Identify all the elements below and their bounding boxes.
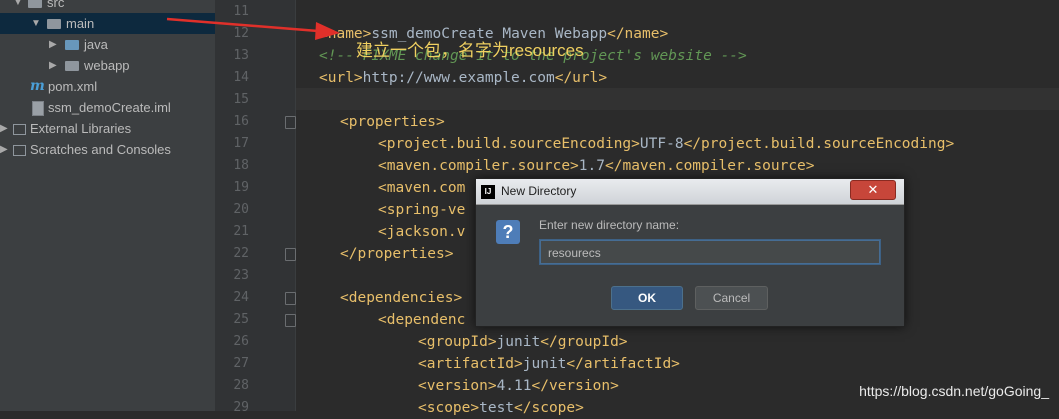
close-button[interactable]: ✕ (850, 180, 896, 200)
dialog-title: New Directory (501, 184, 577, 198)
directory-name-label: Enter new directory name: (539, 218, 680, 232)
watermark: https://blog.csdn.net/goGoing_ (859, 383, 1049, 399)
directory-name-input[interactable]: resourecs (540, 240, 880, 264)
annotation-text: 建立一个包，名字为resources (356, 41, 584, 60)
dialog-titlebar[interactable]: IJ New Directory ✕ (476, 179, 904, 205)
cancel-button[interactable]: Cancel (695, 286, 768, 310)
intellij-app-icon: IJ (481, 185, 495, 199)
new-directory-dialog: IJ New Directory ✕ ? Enter new directory… (475, 178, 905, 327)
ok-button[interactable]: OK (611, 286, 683, 310)
question-icon: ? (496, 220, 520, 244)
